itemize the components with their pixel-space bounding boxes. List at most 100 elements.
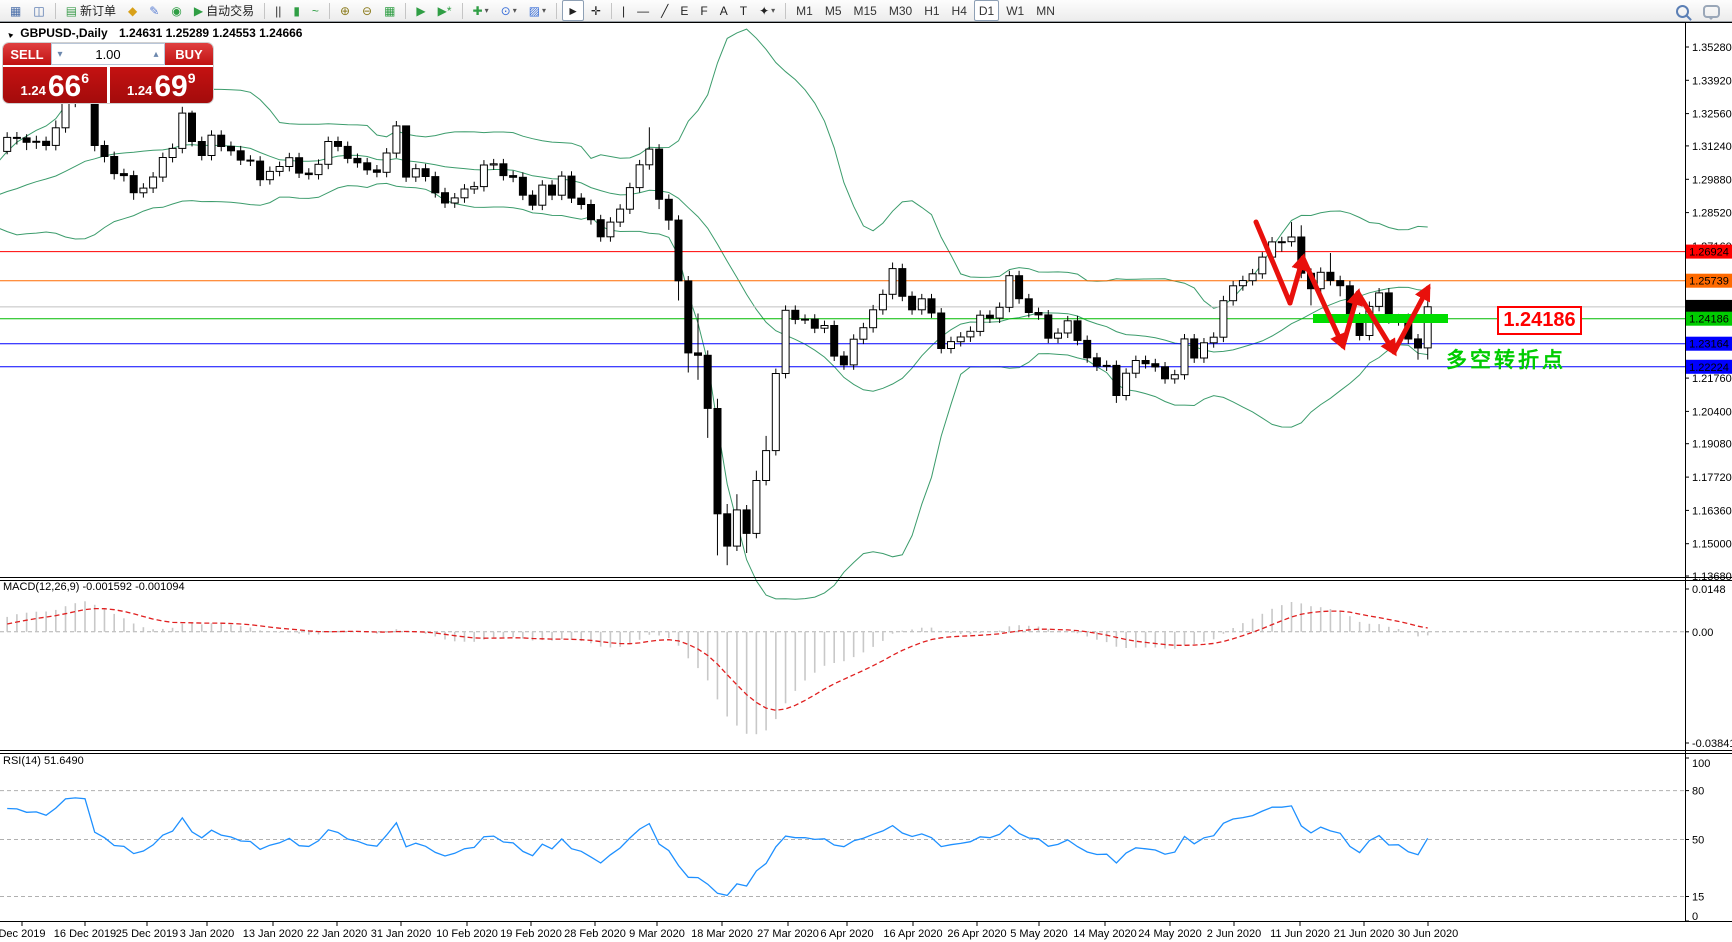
- toolbar-separator: [556, 2, 558, 19]
- text-button[interactable]: A: [715, 0, 733, 21]
- buy-button[interactable]: BUY: [165, 43, 213, 65]
- auto-scroll-button[interactable]: ▶: [411, 0, 430, 21]
- toolbar-separator: [785, 2, 787, 19]
- timeframe-w1[interactable]: W1: [1001, 0, 1029, 21]
- svg-text:19 Feb 2020: 19 Feb 2020: [500, 928, 562, 940]
- svg-text:0.0148: 0.0148: [1692, 584, 1726, 596]
- svg-text:1.31240: 1.31240: [1692, 141, 1732, 153]
- timeframe-m30[interactable]: M30: [884, 0, 917, 21]
- vertical-line-button[interactable]: |: [617, 0, 630, 21]
- timeframe-h4[interactable]: H4: [947, 0, 972, 21]
- sell-price[interactable]: 1.24 66 6: [3, 67, 107, 103]
- chat-icon[interactable]: [1703, 4, 1720, 20]
- macd-label: MACD(12,26,9) -0.001592 -0.001094: [3, 581, 185, 593]
- periods-button[interactable]: ⊙ ▾: [496, 0, 522, 21]
- zoom-in-button[interactable]: ⊕: [335, 0, 355, 21]
- trendline-button[interactable]: ╱: [656, 0, 673, 21]
- x-axis: Dec 2019 16 Dec 2019 25 Dec 2019 3 Jan 2020…: [0, 922, 1458, 940]
- volume-input[interactable]: [68, 45, 148, 63]
- svg-text:1.32560: 1.32560: [1692, 109, 1732, 121]
- crosshair-icon: ✛: [590, 3, 602, 18]
- metaquotes-icon: ✎: [149, 3, 160, 18]
- volume-increase-arrow[interactable]: ▴: [148, 49, 164, 60]
- svg-text:9 Mar 2020: 9 Mar 2020: [629, 928, 685, 940]
- candles-layer: [3, 92, 1432, 566]
- indicators-button[interactable]: ✚ ▾: [468, 0, 494, 21]
- svg-text:21 Jun 2020: 21 Jun 2020: [1334, 928, 1395, 940]
- search-icon[interactable]: [1676, 4, 1689, 18]
- templates-button[interactable]: ▨ ▾: [524, 0, 551, 21]
- svg-text:25 Dec 2019: 25 Dec 2019: [116, 928, 178, 940]
- timeframe-m15[interactable]: M15: [849, 0, 882, 21]
- price-tags: 1.269241.257391.246661.241861.231641.222…: [1686, 244, 1732, 374]
- timeframe-d1[interactable]: D1: [973, 0, 1000, 21]
- zoom-out-button[interactable]: ⊖: [357, 0, 377, 21]
- svg-text:13 Jan 2020: 13 Jan 2020: [243, 928, 304, 940]
- toolbar-separator: [461, 2, 463, 19]
- new-order-button[interactable]: ▤ 新订单: [61, 0, 121, 21]
- arrows-button[interactable]: ✦ ▾: [754, 0, 780, 21]
- candlestick-chart-button[interactable]: ▮: [288, 0, 305, 21]
- timeframe-h1[interactable]: H1: [919, 0, 944, 21]
- new-chart-button[interactable]: ▦: [5, 0, 26, 21]
- fibonacci-button[interactable]: F: [695, 0, 712, 21]
- signals-button[interactable]: ◉: [166, 0, 186, 21]
- svg-text:14 May 2020: 14 May 2020: [1073, 928, 1137, 940]
- price-annotation-box[interactable]: 1.24186: [1497, 306, 1582, 335]
- text-icon: A: [719, 3, 728, 18]
- svg-text:1.13680: 1.13680: [1692, 571, 1732, 583]
- cursor-button[interactable]: ►: [562, 0, 584, 21]
- svg-text:1.26924: 1.26924: [1689, 247, 1729, 259]
- sell-button[interactable]: SELL: [3, 43, 51, 65]
- crosshair-button[interactable]: ✛: [586, 0, 606, 21]
- timeframe-mn[interactable]: MN: [1031, 0, 1060, 21]
- new-order-button-label: 新订单: [80, 4, 117, 18]
- toolbar-separator: [54, 2, 56, 19]
- periods-icon: ⊙: [500, 3, 511, 18]
- autotrading-button[interactable]: ▶ 自动交易: [189, 0, 259, 21]
- volume-decrease-arrow[interactable]: ▾: [52, 49, 68, 60]
- timeframe-m5[interactable]: M5: [820, 0, 847, 21]
- svg-text:1.21760: 1.21760: [1692, 373, 1732, 385]
- rsi-y-axis: 100 80 50 15 0: [1685, 757, 1710, 923]
- timeframe-m1[interactable]: M1: [791, 0, 818, 21]
- tile-windows-button[interactable]: ▦: [379, 0, 400, 21]
- horizontal-line-icon: —: [637, 3, 650, 18]
- chart-shift-button[interactable]: ▶*: [433, 0, 457, 21]
- svg-text:1.15000: 1.15000: [1692, 539, 1732, 551]
- signals-icon: ◉: [171, 3, 182, 18]
- bar-chart-button[interactable]: ||: [270, 0, 286, 21]
- price-chart[interactable]: 1.35280 1.33920 1.32560 1.31240 1.29880 1.285…: [0, 0, 1732, 942]
- one-click-trading-panel: SELL ▾ ▴ BUY 1.24 66 6 1.24 69 9: [3, 43, 213, 103]
- svg-text:16 Apr 2020: 16 Apr 2020: [883, 928, 942, 940]
- buy-price-sup: 9: [187, 70, 196, 86]
- buy-price[interactable]: 1.24 69 9: [109, 67, 213, 103]
- svg-text:80: 80: [1692, 786, 1704, 798]
- svg-text:1.19080: 1.19080: [1692, 439, 1732, 451]
- volume-stepper[interactable]: ▾ ▴: [51, 43, 165, 65]
- metaquotes-button[interactable]: ✎: [144, 0, 164, 21]
- svg-text:1.22224: 1.22224: [1689, 362, 1729, 374]
- svg-text:0: 0: [1692, 911, 1698, 923]
- horizontal-line-button[interactable]: —: [632, 0, 654, 21]
- metaeditor-button[interactable]: ◆: [123, 0, 142, 21]
- svg-text:10 Feb 2020: 10 Feb 2020: [436, 928, 498, 940]
- autotrading-icon: ▶: [193, 3, 204, 18]
- buy-price-big: 69: [154, 70, 188, 103]
- zoom-in-icon: ⊕: [339, 3, 350, 18]
- svg-text:18 Mar 2020: 18 Mar 2020: [691, 928, 753, 940]
- sell-price-sup: 6: [81, 70, 89, 86]
- chevron-down-icon: ▾: [771, 6, 776, 15]
- svg-text:1.20400: 1.20400: [1692, 406, 1732, 418]
- svg-text:1.25739: 1.25739: [1689, 276, 1729, 288]
- text-label-button[interactable]: T: [735, 0, 752, 21]
- equidistant-channel-button[interactable]: E: [675, 0, 693, 21]
- svg-text:0.00: 0.00: [1692, 627, 1713, 639]
- svg-text:1.24186: 1.24186: [1689, 314, 1729, 326]
- svg-text:1.29880: 1.29880: [1692, 174, 1732, 186]
- svg-text:2 Jun 2020: 2 Jun 2020: [1207, 928, 1261, 940]
- profiles-button[interactable]: ◫: [28, 0, 49, 21]
- toolbar-separator: [405, 2, 407, 19]
- svg-text:11 Jun 2020: 11 Jun 2020: [1270, 928, 1330, 940]
- line-chart-button[interactable]: ~: [307, 0, 324, 21]
